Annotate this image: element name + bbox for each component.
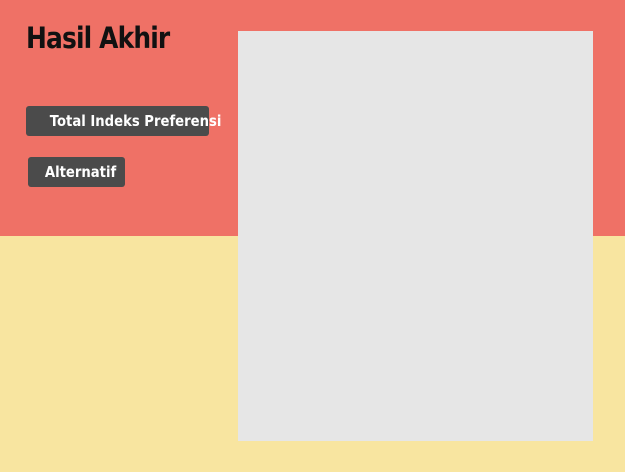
page-title: Hasil Akhir bbox=[26, 21, 170, 55]
result-panel bbox=[238, 31, 593, 441]
total-indeks-preferensi-label: Total Indeks Preferensi bbox=[49, 112, 222, 130]
alternatif-label: Alternatif bbox=[44, 163, 117, 181]
total-indeks-preferensi-button[interactable]: Total Indeks Preferensi bbox=[26, 106, 221, 136]
alternatif-button[interactable]: Alternatif bbox=[28, 157, 125, 187]
